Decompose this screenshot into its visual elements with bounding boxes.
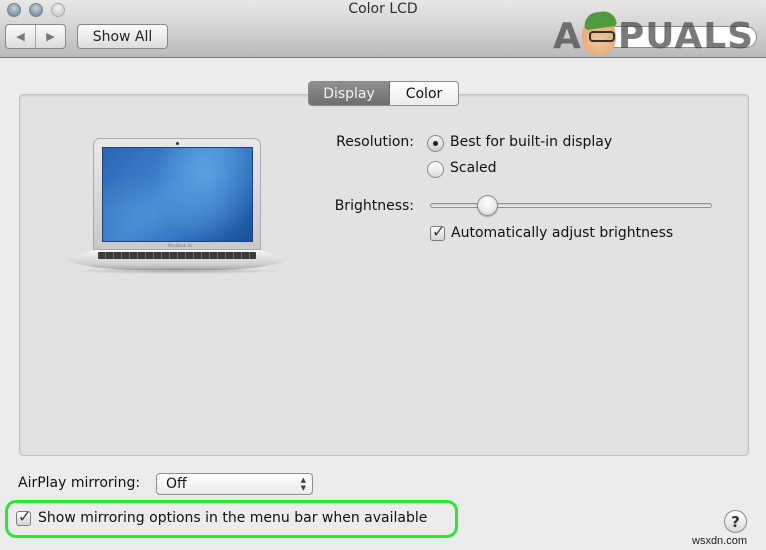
resolution-scaled-label[interactable]: Scaled: [450, 160, 497, 176]
show-mirroring-options-checkbox[interactable]: ✓: [16, 507, 31, 526]
laptop-brand-text: MacBook Air: [168, 243, 193, 248]
window-title: Color LCD: [348, 1, 418, 17]
tab-display[interactable]: Display: [309, 82, 390, 105]
popup-arrows-icon: ▲ ▼: [300, 476, 306, 492]
camera-dot: [176, 142, 179, 145]
auto-brightness-checkbox[interactable]: ✓: [430, 222, 445, 241]
window-toolbar: Color LCD ◀ ▶ Show All 🔍: [0, 0, 766, 58]
site-watermark: wsxdn.com: [692, 535, 748, 547]
brightness-slider-thumb[interactable]: [476, 195, 498, 216]
tab-color[interactable]: Color: [390, 82, 458, 105]
back-forward-control: ◀ ▶: [5, 24, 66, 49]
show-mirroring-options-label[interactable]: Show mirroring options in the menu bar w…: [38, 510, 427, 526]
forward-arrow-icon: ▶: [46, 30, 55, 43]
auto-brightness-label[interactable]: Automatically adjust brightness: [451, 225, 673, 241]
airplay-mirroring-label: AirPlay mirroring:: [18, 475, 141, 491]
resolution-label: Resolution:: [336, 134, 414, 150]
resolution-scaled-radio[interactable]: [427, 161, 444, 178]
brightness-slider-track[interactable]: [430, 203, 712, 208]
resolution-best-radio[interactable]: [427, 135, 444, 152]
laptop-shadow: [68, 268, 286, 274]
help-button[interactable]: ?: [724, 510, 747, 533]
checkmark-icon: ✓: [432, 222, 446, 241]
system-preferences-window: Color LCD ◀ ▶ Show All 🔍 Display Color M…: [0, 0, 766, 550]
forward-button[interactable]: ▶: [35, 25, 65, 48]
help-icon: ?: [731, 512, 740, 531]
laptop-display-image: MacBook Air: [58, 138, 296, 274]
laptop-keyboard: [98, 252, 256, 259]
airplay-selected-value: Off: [166, 476, 187, 492]
airplay-mirroring-popup[interactable]: Off ▲ ▼: [156, 473, 313, 495]
search-input[interactable]: [611, 30, 752, 44]
checkmark-icon: ✓: [18, 507, 32, 526]
brightness-label: Brightness:: [334, 198, 414, 214]
search-icon: 🔍: [593, 30, 608, 44]
laptop-lid: MacBook Air: [93, 138, 261, 250]
tab-bar: Display Color: [308, 81, 459, 106]
search-field[interactable]: 🔍: [585, 26, 757, 48]
back-button[interactable]: ◀: [6, 25, 35, 48]
laptop-screen-wallpaper: [102, 147, 253, 242]
resolution-best-label[interactable]: Best for built-in display: [450, 134, 612, 150]
show-all-button[interactable]: Show All: [77, 24, 168, 49]
back-arrow-icon: ◀: [16, 30, 25, 43]
